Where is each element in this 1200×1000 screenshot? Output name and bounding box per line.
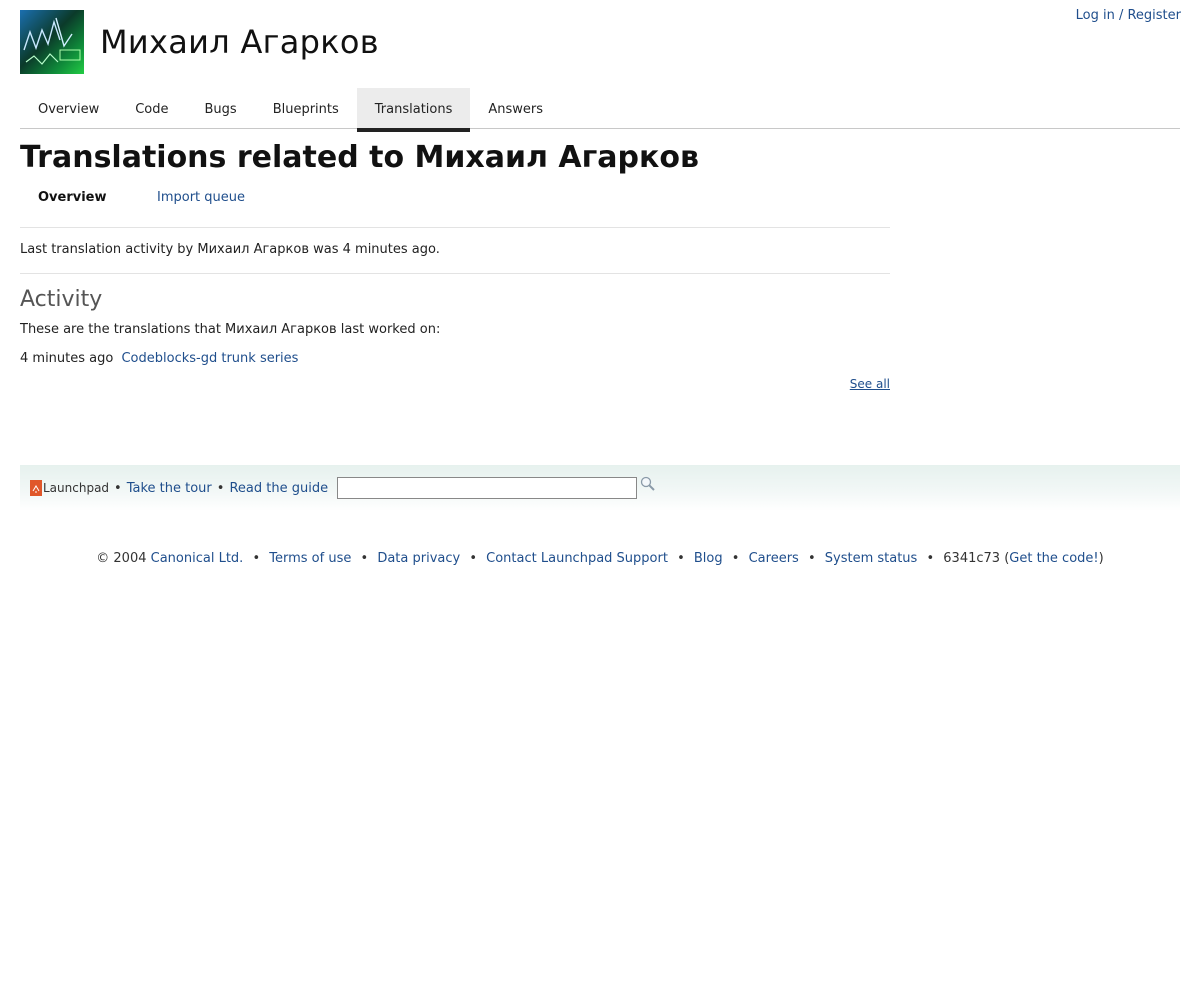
search-icon[interactable] [640,476,656,496]
separator: • [114,480,122,496]
page-header: Михаил Агарков [20,10,379,74]
subnav-import-queue[interactable]: Import queue [157,190,245,205]
terms-of-use-link[interactable]: Terms of use [269,551,351,566]
last-activity-text: Last translation activity by Михаил Агар… [20,242,440,257]
activity-heading: Activity [20,287,103,312]
subnav-overview: Overview [38,190,107,205]
activity-time: 4 minutes ago [20,351,114,366]
separator: • [360,551,369,566]
system-status-link[interactable]: System status [825,551,918,566]
separator: • [677,551,685,566]
read-guide-link[interactable]: Read the guide [229,481,328,496]
launchpad-logo-label: Launchpad [43,481,110,495]
copyright-footer: © 2004 Canonical Ltd. • Terms of use • D… [0,551,1200,566]
login-register-link[interactable]: Log in / Register [1076,8,1181,23]
tab-overview[interactable]: Overview [20,88,117,128]
page-title: Translations related to Михаил Агарков [20,140,699,175]
revision-id: 6341c73 [943,551,1001,566]
separator: • [469,551,478,566]
separator: • [807,551,816,566]
blog-link[interactable]: Blog [694,551,723,566]
launchpad-logo-icon [30,480,42,496]
tab-translations[interactable]: Translations [356,88,471,132]
separator: • [926,551,935,566]
divider-bottom [20,273,890,274]
divider-top [20,227,890,228]
separator: • [216,480,225,496]
tab-answers[interactable]: Answers [470,88,561,128]
activity-series-link[interactable]: Codeblocks-gd trunk series [121,351,298,366]
get-code-link[interactable]: Get the code! [1009,551,1098,566]
activity-description: These are the translations that Михаил А… [20,322,441,337]
see-all-link[interactable]: See all [850,377,890,391]
copyright-prefix: © 2004 [96,551,147,566]
sub-navigation: Overview Import queue [38,190,245,205]
canonical-link[interactable]: Canonical Ltd. [151,551,244,566]
page: Log in / Register Михаил Агарков Overvie… [0,0,1200,1000]
separator: • [252,551,261,566]
paren-close: ) [1098,551,1104,566]
tab-code[interactable]: Code [117,88,186,128]
user-avatar [20,10,84,74]
take-tour-link[interactable]: Take the tour [127,481,212,496]
main-tabs: Overview Code Bugs Blueprints Translatio… [20,88,1180,132]
launchpad-logo[interactable]: Launchpad [30,480,109,496]
avatar-scribble-icon [23,17,81,65]
login-register-link-wrap: Log in / Register [1076,8,1181,23]
separator: • [731,551,740,566]
footer-bar: Launchpad • Take the tour • Read the gui… [20,465,1180,511]
contact-support-link[interactable]: Contact Launchpad Support [486,551,668,566]
data-privacy-link[interactable]: Data privacy [377,551,460,566]
careers-link[interactable]: Careers [749,551,799,566]
tab-bugs[interactable]: Bugs [187,88,255,128]
search-input[interactable] [337,477,638,499]
tab-blueprints[interactable]: Blueprints [255,88,357,128]
site-title: Михаил Агарков [100,23,379,61]
activity-item: 4 minutes ago Codeblocks-gd trunk series [20,351,298,366]
